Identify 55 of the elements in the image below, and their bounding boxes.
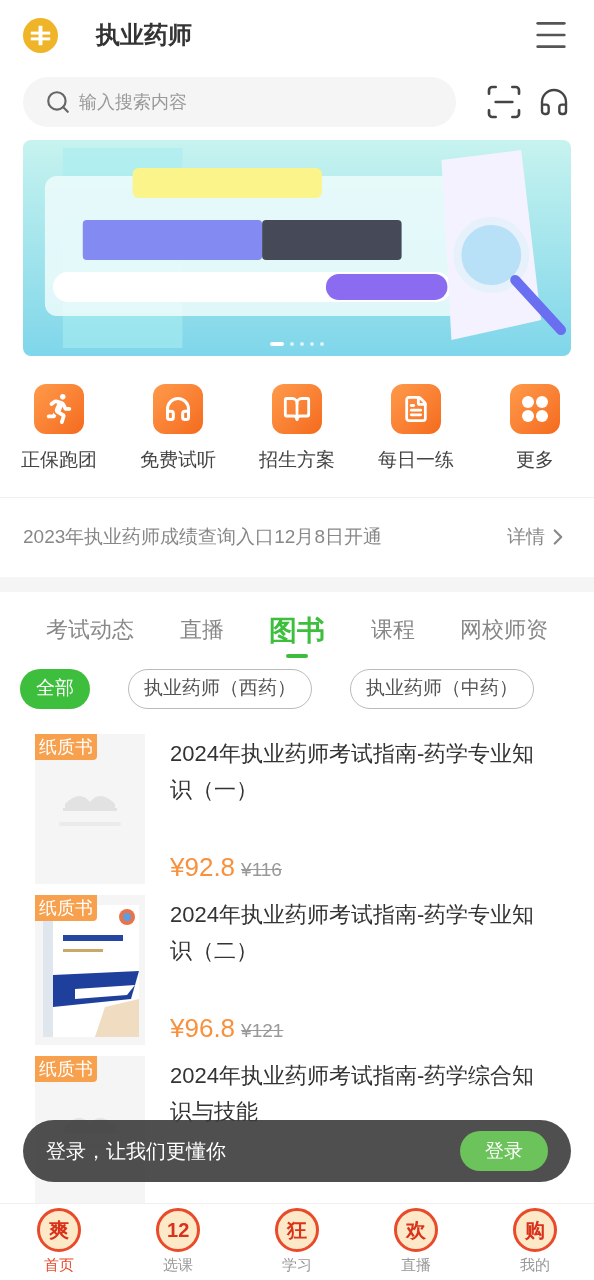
category-tab[interactable]: 网校师资: [450, 612, 558, 658]
nav-item[interactable]: 购 我的: [475, 1204, 594, 1280]
category-tab[interactable]: 直播: [169, 612, 234, 658]
note-icon: [390, 384, 441, 434]
nav-label: 选课: [163, 1255, 194, 1275]
search-input[interactable]: 输入搜索内容: [79, 88, 434, 116]
toast-text: 登录，让我们更懂你: [46, 1139, 226, 1164]
runner-icon: [34, 384, 85, 434]
details-link[interactable]: 详情: [507, 522, 571, 552]
shortcut-button[interactable]: 每日一练: [356, 384, 476, 475]
filter-chip[interactable]: 全部: [20, 668, 90, 709]
paper-book-tag: 纸质书: [35, 733, 97, 760]
festive-badge-icon: 狂: [275, 1208, 319, 1252]
carousel-dot[interactable]: [300, 342, 304, 346]
festive-badge-icon: 12: [156, 1208, 201, 1252]
book-price: ¥96.8: [170, 1011, 236, 1045]
paper-book-tag: 纸质书: [35, 1055, 97, 1082]
book-icon: [272, 384, 322, 434]
shortcut-button[interactable]: 正保跑团: [0, 384, 119, 475]
nav-label: 我的: [519, 1255, 550, 1275]
festive-badge-icon: 购: [512, 1208, 557, 1252]
nav-label: 首页: [44, 1255, 75, 1275]
paper-book-tag: 纸质书: [35, 894, 97, 921]
headphones-icon: [153, 384, 204, 434]
category-tab[interactable]: 图书: [259, 609, 335, 658]
book-title: 2024年执业药师考试指南-药学综合知识与技能: [170, 1061, 536, 1126]
category-tab[interactable]: 课程: [360, 612, 425, 658]
book-price: ¥92.8: [170, 850, 236, 884]
festive-badge-icon: 欢: [393, 1208, 438, 1252]
login-button[interactable]: 登录: [460, 1131, 548, 1171]
book-title: 2024年执业药师考试指南-药学专业知识（二）: [170, 900, 536, 965]
nav-label: 学习: [282, 1255, 312, 1275]
nav-item[interactable]: 爽 首页: [0, 1204, 119, 1280]
carousel-dot[interactable]: [290, 342, 294, 346]
original-price: ¥116: [241, 857, 282, 882]
search-icon: [45, 89, 71, 115]
grid-icon: [509, 384, 560, 434]
original-price: ¥121: [241, 1018, 284, 1043]
support-icon[interactable]: [538, 86, 570, 118]
search-field[interactable]: 输入搜索内容: [23, 77, 456, 127]
shortcut-button[interactable]: 免费试听: [118, 384, 238, 475]
book-title: 2024年执业药师考试指南-药学专业知识（一）: [170, 739, 536, 804]
shortcut-button[interactable]: 招生方案: [237, 384, 357, 475]
nav-item[interactable]: 12 选课: [118, 1204, 238, 1280]
category-tab[interactable]: 考试动态: [36, 612, 144, 658]
shortcut-button[interactable]: 更多: [475, 384, 594, 475]
nav-label: 直播: [400, 1255, 431, 1275]
logo-icon: [23, 17, 58, 53]
notice-text: 2023年执业药师成绩查询入口12月8日开通: [23, 524, 382, 549]
nav-item[interactable]: 欢 直播: [356, 1204, 476, 1280]
carousel-dot[interactable]: [310, 342, 314, 346]
app-title: 执业药师: [96, 20, 192, 50]
carousel-dot[interactable]: [320, 342, 324, 346]
festive-badge-icon: 爽: [37, 1208, 82, 1252]
nav-item[interactable]: 狂 学习: [237, 1204, 357, 1280]
